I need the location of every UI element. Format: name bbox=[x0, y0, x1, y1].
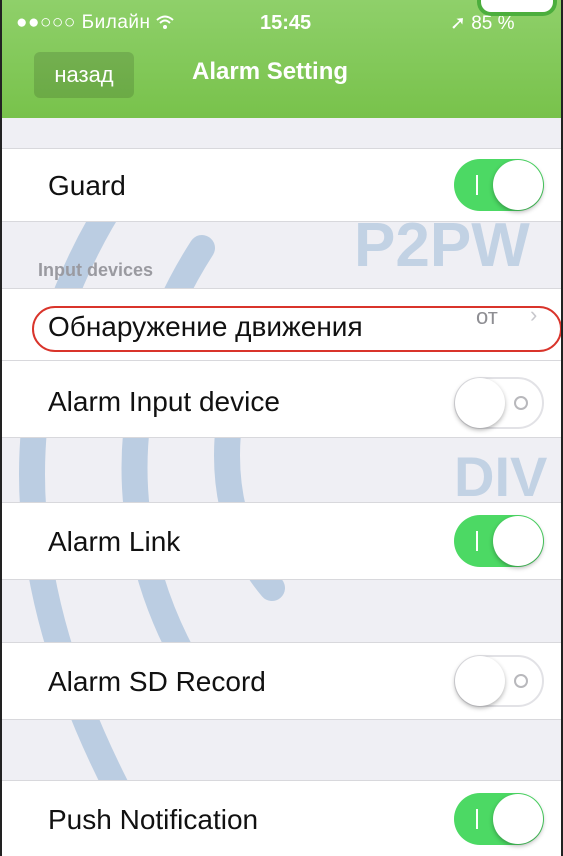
toggle-on-mark bbox=[476, 531, 478, 551]
toggle-knob bbox=[493, 160, 543, 210]
carrier-signal: ●●○○○ Билайн bbox=[16, 12, 174, 34]
battery-label: 85 % bbox=[471, 13, 515, 34]
toggle-knob bbox=[493, 516, 543, 566]
status-bar: ●●○○○ Билайн 15:45 ➚ 85 % bbox=[2, 0, 561, 40]
row-push-notification: Push Notification bbox=[2, 780, 561, 856]
push-notification-label: Push Notification bbox=[48, 804, 259, 835]
input-devices-group: Обнаружение движения от › Alarm Input de… bbox=[2, 288, 561, 438]
carrier-label: ●●○○○ Билайн bbox=[16, 12, 151, 33]
alarm-sd-record-toggle[interactable] bbox=[454, 655, 544, 707]
toggle-knob bbox=[455, 378, 505, 428]
location-arrow-icon: ➚ bbox=[450, 13, 466, 34]
toggle-off-mark bbox=[514, 674, 528, 688]
watermark: P2PW WIF DIV bbox=[19, 175, 561, 811]
battery-icon bbox=[477, 0, 557, 16]
guard-toggle[interactable] bbox=[454, 159, 544, 211]
page-title: Alarm Setting bbox=[192, 58, 349, 85]
nav-header: ●●○○○ Билайн 15:45 ➚ 85 % назад Alarm Se… bbox=[2, 0, 561, 118]
wifi-icon bbox=[156, 12, 174, 33]
toggle-knob bbox=[493, 794, 543, 844]
chevron-right-icon: › bbox=[530, 302, 538, 327]
alarm-sd-record-label: Alarm SD Record bbox=[48, 666, 266, 697]
section-header-input-devices: Input devices bbox=[38, 260, 154, 280]
row-guard: Guard bbox=[2, 148, 561, 222]
motion-detection-label: Обнаружение движения bbox=[48, 311, 363, 342]
row-alarm-link: Alarm Link bbox=[2, 502, 561, 580]
phone-screen: P2PW WIF DIV ●●○○○ Билайн 15:45 ➚ 85 % bbox=[0, 0, 563, 856]
motion-detection-value: от bbox=[476, 304, 498, 329]
toggle-on-mark bbox=[476, 175, 478, 195]
row-motion-detection[interactable]: Обнаружение движения от › bbox=[2, 289, 561, 361]
alarm-input-device-toggle[interactable] bbox=[454, 377, 544, 429]
push-notification-toggle[interactable] bbox=[454, 793, 544, 845]
alarm-link-label: Alarm Link bbox=[48, 526, 181, 557]
toggle-knob bbox=[455, 656, 505, 706]
alarm-link-toggle[interactable] bbox=[454, 515, 544, 567]
toggle-off-mark bbox=[514, 396, 528, 410]
watermark-text-3: DIV bbox=[454, 445, 547, 508]
alarm-input-device-label: Alarm Input device bbox=[48, 386, 280, 417]
guard-label: Guard bbox=[48, 170, 126, 201]
status-time: 15:45 bbox=[260, 12, 312, 34]
back-button[interactable]: назад bbox=[34, 52, 134, 98]
toggle-on-mark bbox=[476, 809, 478, 829]
row-alarm-sd-record: Alarm SD Record bbox=[2, 642, 561, 720]
